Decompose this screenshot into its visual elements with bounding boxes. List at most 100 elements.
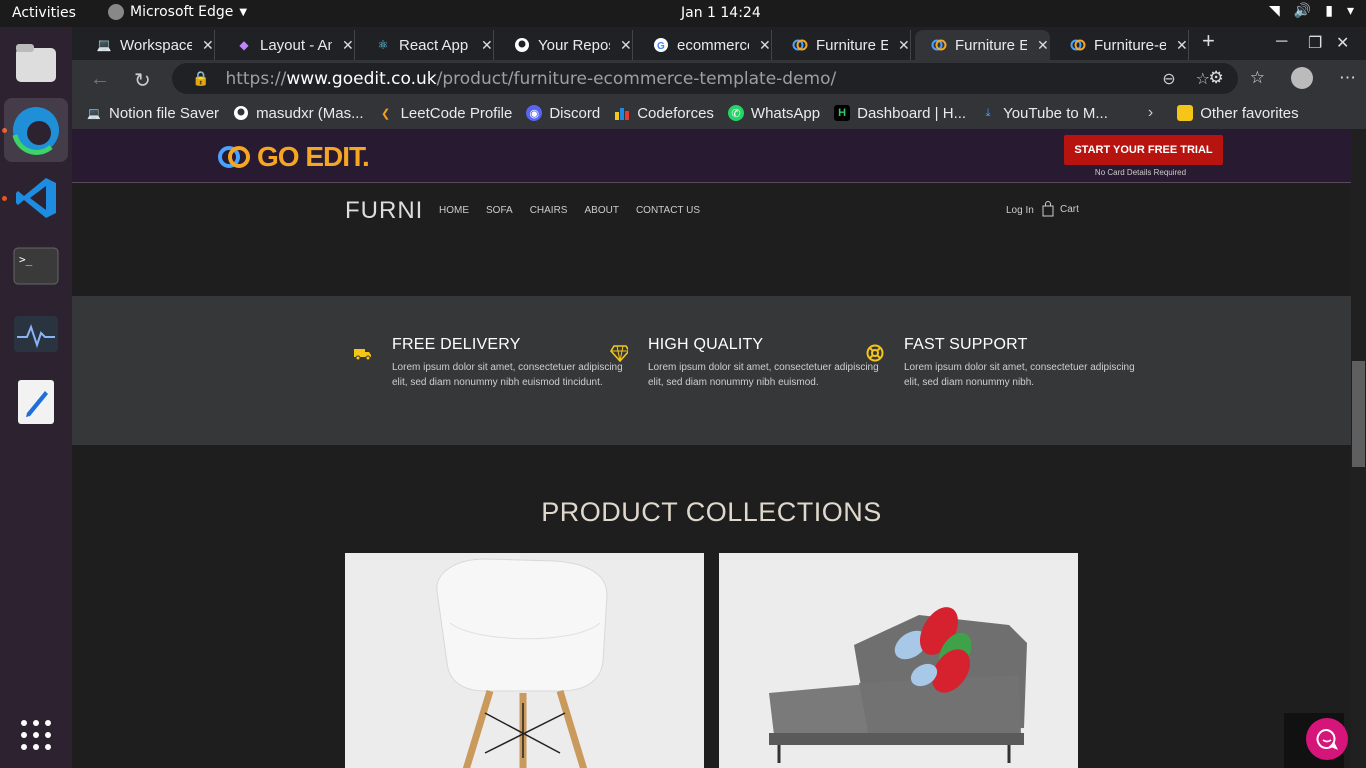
tab-google-search[interactable]: G ecommerce ✕ xyxy=(637,30,772,60)
dock-system-monitor[interactable] xyxy=(4,302,68,366)
menu-item-chairs[interactable]: CHAIRS xyxy=(530,205,568,216)
menu-item-contact[interactable]: CONTACT US xyxy=(636,205,700,216)
close-icon[interactable]: ✕ xyxy=(1037,37,1049,54)
favorite-notion[interactable]: 💻 Notion file Saver xyxy=(86,105,219,122)
tab-title: Your Repos xyxy=(538,36,610,54)
close-icon[interactable]: ✕ xyxy=(898,37,910,54)
close-icon[interactable]: ✕ xyxy=(1176,37,1188,54)
activities-button[interactable]: Activities xyxy=(12,5,76,21)
free-trial-button[interactable]: START YOUR FREE TRIAL xyxy=(1064,135,1223,165)
react-icon: ⚛ xyxy=(377,38,389,52)
tab-title: Workspace xyxy=(120,36,192,54)
close-icon[interactable]: ✕ xyxy=(759,37,771,54)
goedit-logo[interactable]: GO EDIT. xyxy=(217,141,370,173)
system-tray[interactable]: ◥ 🔊 ▮ ▾ xyxy=(1269,3,1354,19)
app-menu[interactable]: Microsoft Edge ▼ xyxy=(108,4,247,20)
more-menu-icon[interactable]: ⋯ xyxy=(1339,68,1356,88)
reload-button[interactable]: ↻ xyxy=(134,68,151,93)
other-favorites-label: Other favorites xyxy=(1200,104,1299,122)
zoom-icon[interactable]: ⊖ xyxy=(1162,69,1175,88)
page-scrollbar[interactable] xyxy=(1351,129,1366,768)
login-link[interactable]: Log In xyxy=(1006,205,1034,216)
profile-avatar[interactable] xyxy=(1291,67,1313,89)
close-icon[interactable]: ✕ xyxy=(202,37,214,54)
tab-react-app[interactable]: ⚛ React App ✕ xyxy=(359,30,494,60)
goedit-banner: GO EDIT. START YOUR FREE TRIAL No Card D… xyxy=(72,129,1351,183)
app-grid-icon xyxy=(21,720,51,750)
favorite-leetcode[interactable]: ❮ LeetCode Profile xyxy=(378,105,512,122)
wifi-icon: ◥ xyxy=(1269,3,1280,19)
chevron-right-icon[interactable]: › xyxy=(1148,104,1153,122)
menu-item-home[interactable]: HOME xyxy=(439,205,469,216)
new-tab-button[interactable]: + xyxy=(1202,28,1215,54)
dock-edge[interactable] xyxy=(4,98,68,162)
dock-files[interactable] xyxy=(4,31,68,95)
dock-text-editor[interactable] xyxy=(4,370,68,434)
url-path: /product/furniture-ecommerce-template-de… xyxy=(436,68,837,89)
address-bar[interactable]: 🔒 https://www.goedit.co.uk/product/furni… xyxy=(172,63,1238,94)
goedit-icon xyxy=(792,37,808,53)
menu-item-about[interactable]: ABOUT xyxy=(584,205,618,216)
goedit-icon xyxy=(931,37,947,53)
other-favorites[interactable]: Other favorites xyxy=(1177,104,1299,122)
app-name-label: Microsoft Edge xyxy=(130,4,234,20)
github-icon xyxy=(514,37,530,53)
tab-furniture-3[interactable]: Furniture-e ✕ xyxy=(1054,30,1189,60)
diamond-icon xyxy=(610,345,628,362)
tab-furniture-1[interactable]: Furniture E ✕ xyxy=(776,30,911,60)
back-button[interactable]: ← xyxy=(90,68,110,91)
close-window-button[interactable]: ✕ xyxy=(1336,33,1349,53)
toolbar: ← ↻ 🔒 https://www.goedit.co.uk/product/f… xyxy=(72,60,1366,97)
cart-link[interactable]: Cart xyxy=(1042,201,1079,217)
favorite-youtube-converter[interactable]: ⤓ YouTube to M... xyxy=(980,105,1108,122)
site-brand[interactable]: FURNI xyxy=(345,197,423,225)
lifebuoy-icon xyxy=(866,344,884,362)
dock: >_ xyxy=(0,27,72,768)
extensions-icon[interactable]: ⚙ xyxy=(1209,68,1224,88)
favorites-icon[interactable]: ☆ xyxy=(1250,68,1265,88)
minimize-button[interactable]: ─ xyxy=(1276,33,1287,51)
favorite-label: WhatsApp xyxy=(750,104,821,122)
chat-button[interactable] xyxy=(1306,718,1348,760)
close-icon[interactable]: ✕ xyxy=(342,37,354,54)
dock-terminal[interactable]: >_ xyxy=(4,234,68,298)
favorite-label: masudxr (Mas... xyxy=(256,104,364,122)
chat-bubble-icon xyxy=(1316,728,1338,750)
favorite-discord[interactable]: ◉ Discord xyxy=(526,105,600,122)
product-card-sofa[interactable] xyxy=(719,553,1078,768)
shopping-bag-icon xyxy=(1042,201,1054,217)
feature-text: Lorem ipsum dolor sit amet, consectetuer… xyxy=(904,362,1135,388)
tab-title: Furniture E xyxy=(955,36,1027,54)
chair-image xyxy=(436,558,608,768)
menu-item-sofa[interactable]: SOFA xyxy=(486,205,513,216)
dock-vscode[interactable] xyxy=(4,166,68,230)
tab-workspace[interactable]: 💻 Workspace ✕ xyxy=(80,30,215,60)
files-icon xyxy=(16,44,56,82)
show-apps-button[interactable] xyxy=(4,703,68,767)
favorite-dashboard[interactable]: H Dashboard | H... xyxy=(834,105,966,122)
close-icon[interactable]: ✕ xyxy=(620,37,632,54)
goedit-icon xyxy=(1070,37,1086,53)
tab-title: React App xyxy=(399,36,469,54)
favorite-label: Discord xyxy=(549,104,601,122)
laptop-icon: 💻 xyxy=(87,107,101,120)
tab-github-repos[interactable]: Your Repos ✕ xyxy=(498,30,633,60)
favorite-github[interactable]: masudxr (Mas... xyxy=(233,105,364,122)
maximize-button[interactable]: ❐ xyxy=(1308,33,1322,53)
power-menu-caret-icon: ▾ xyxy=(1346,3,1354,19)
product-card-chair[interactable] xyxy=(345,553,704,768)
feature-text: Lorem ipsum dolor sit amet, consectetuer… xyxy=(648,362,879,388)
tab-furniture-active[interactable]: Furniture E ✕ xyxy=(915,30,1050,60)
favorite-codeforces[interactable]: Codeforces xyxy=(614,105,714,122)
lock-icon[interactable]: 🔒 xyxy=(192,71,209,87)
tab-layout[interactable]: ◆ Layout - An ✕ xyxy=(220,30,355,60)
clock[interactable]: Jan 1 14:24 xyxy=(681,5,761,21)
system-top-bar: Activities Microsoft Edge ▼ Jan 1 14:24 … xyxy=(0,0,1366,27)
scrollbar-thumb[interactable] xyxy=(1352,361,1365,467)
browser-actions: ⚙ ☆ ⋯ xyxy=(1209,67,1356,89)
favorite-whatsapp[interactable]: ✆ WhatsApp xyxy=(727,104,821,122)
feature-fast-support: FAST SUPPORT Lorem ipsum dolor sit amet,… xyxy=(866,336,1144,390)
dashboard-icon: H xyxy=(834,105,851,121)
truck-icon xyxy=(354,349,371,361)
close-icon[interactable]: ✕ xyxy=(481,37,493,54)
